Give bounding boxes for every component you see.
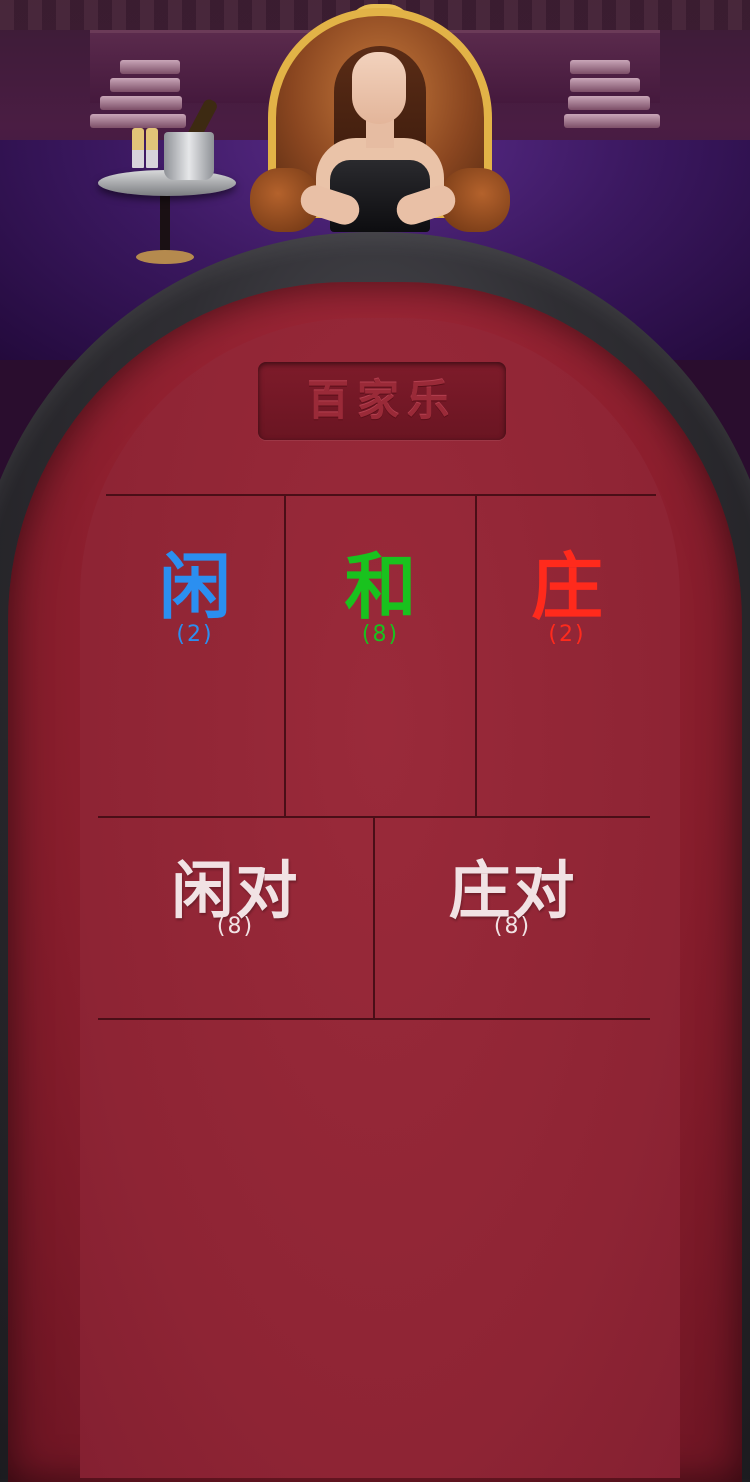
champagne-glass bbox=[146, 128, 158, 168]
bet-count-player-pair: (8) bbox=[216, 914, 255, 939]
bet-count-banker-pair: (8) bbox=[493, 914, 532, 939]
ice-bucket bbox=[164, 132, 214, 180]
bet-cell-player[interactable]: 闲 (2) bbox=[106, 496, 284, 816]
game-title: 百家乐 bbox=[306, 376, 457, 425]
champagne-glass bbox=[132, 128, 144, 168]
bet-label-player: 闲 bbox=[158, 544, 231, 629]
bet-count-player: (2) bbox=[176, 622, 214, 647]
bet-cell-tie[interactable]: 和 (8) bbox=[286, 496, 475, 816]
bet-label-banker: 庄 bbox=[530, 544, 603, 629]
side-table-base bbox=[136, 250, 194, 264]
bet-count-tie: (8) bbox=[361, 622, 400, 647]
game-title-plate: 百家乐 bbox=[258, 362, 506, 440]
bet-cell-player-pair[interactable]: 闲对 (8) bbox=[98, 818, 373, 1018]
bet-count-banker: (2) bbox=[548, 622, 586, 647]
right-staircase bbox=[550, 20, 750, 160]
dealer-face bbox=[352, 52, 406, 124]
bet-cell-banker[interactable]: 庄 (2) bbox=[477, 496, 657, 816]
bet-label-tie: 和 bbox=[344, 544, 417, 629]
bet-cell-banker-pair[interactable]: 庄对 (8) bbox=[375, 818, 650, 1018]
